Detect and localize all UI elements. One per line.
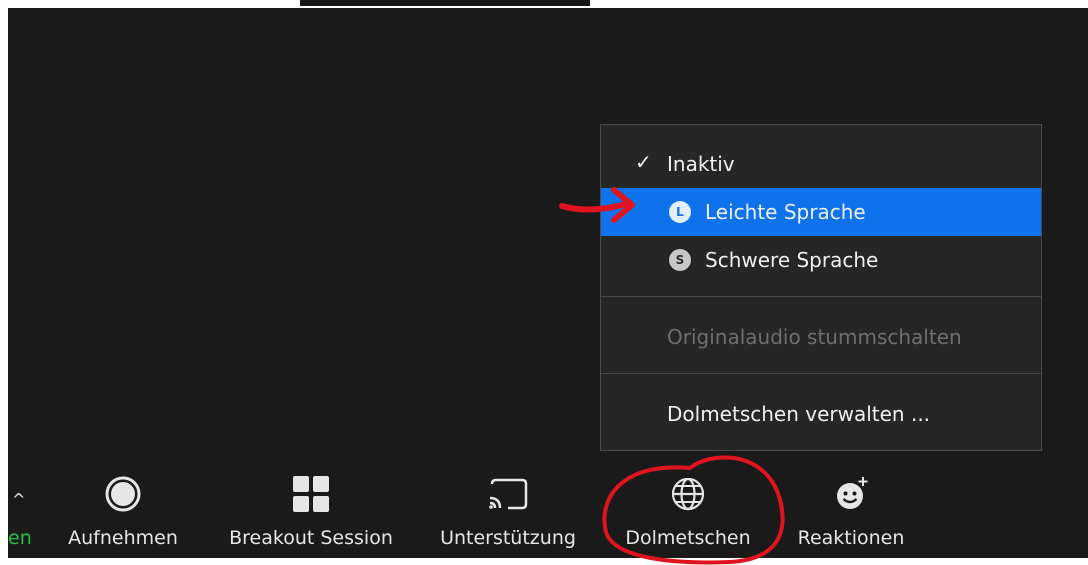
breakout-grid-icon (293, 476, 329, 512)
support-label: Unterstützung (440, 527, 576, 549)
language-badge-s: S (669, 249, 691, 271)
record-icon (105, 476, 141, 512)
menu-item-mute-original-audio: Originalaudio stummschalten (601, 313, 1041, 361)
interpretation-label: Dolmetschen (625, 527, 751, 549)
globe-icon (671, 477, 705, 511)
breakout-session-button[interactable]: Breakout Session (216, 460, 406, 558)
menu-item-label: Dolmetschen verwalten ... (667, 402, 931, 426)
breakout-session-label: Breakout Session (229, 527, 393, 549)
menu-divider (601, 296, 1041, 297)
record-label: Aufnehmen (68, 527, 178, 549)
reactions-button[interactable]: Reaktionen (786, 460, 916, 558)
partial-toolbar-label: en (8, 527, 32, 549)
menu-item-manage-interpretation[interactable]: Dolmetschen verwalten ... (601, 390, 1041, 438)
meeting-toolbar: Aufnehmen Breakout Session Unterstützung (8, 460, 1088, 558)
chevron-up-icon[interactable]: ^ (12, 490, 25, 509)
language-badge-l: L (669, 201, 691, 223)
menu-item-inaktiv[interactable]: ✓ Inaktiv (601, 140, 1041, 188)
menu-item-label: Inaktiv (667, 152, 735, 176)
record-button[interactable]: Aufnehmen (58, 460, 188, 558)
menu-item-label: Originalaudio stummschalten (667, 325, 962, 349)
menu-divider (601, 373, 1041, 374)
zoom-meeting-window: Aufnehmen Breakout Session Unterstützung (0, 0, 1088, 565)
interpretation-button[interactable]: Dolmetschen (608, 460, 768, 558)
menu-item-label: Schwere Sprache (705, 248, 879, 272)
top-edge-dark-strip (300, 0, 590, 6)
menu-item-leichte-sprache[interactable]: L Leichte Sprache (601, 188, 1041, 236)
reactions-label: Reaktionen (797, 527, 905, 549)
checkmark-icon: ✓ (635, 150, 652, 174)
interpretation-menu: ✓ Inaktiv L Leichte Sprache S Schwere Sp… (600, 124, 1042, 451)
menu-item-label: Leichte Sprache (705, 200, 866, 224)
support-button[interactable]: Unterstützung (428, 460, 588, 558)
emoji-plus-icon (837, 477, 868, 509)
menu-item-schwere-sprache[interactable]: S Schwere Sprache (601, 236, 1041, 284)
cast-screen-icon (489, 478, 528, 510)
